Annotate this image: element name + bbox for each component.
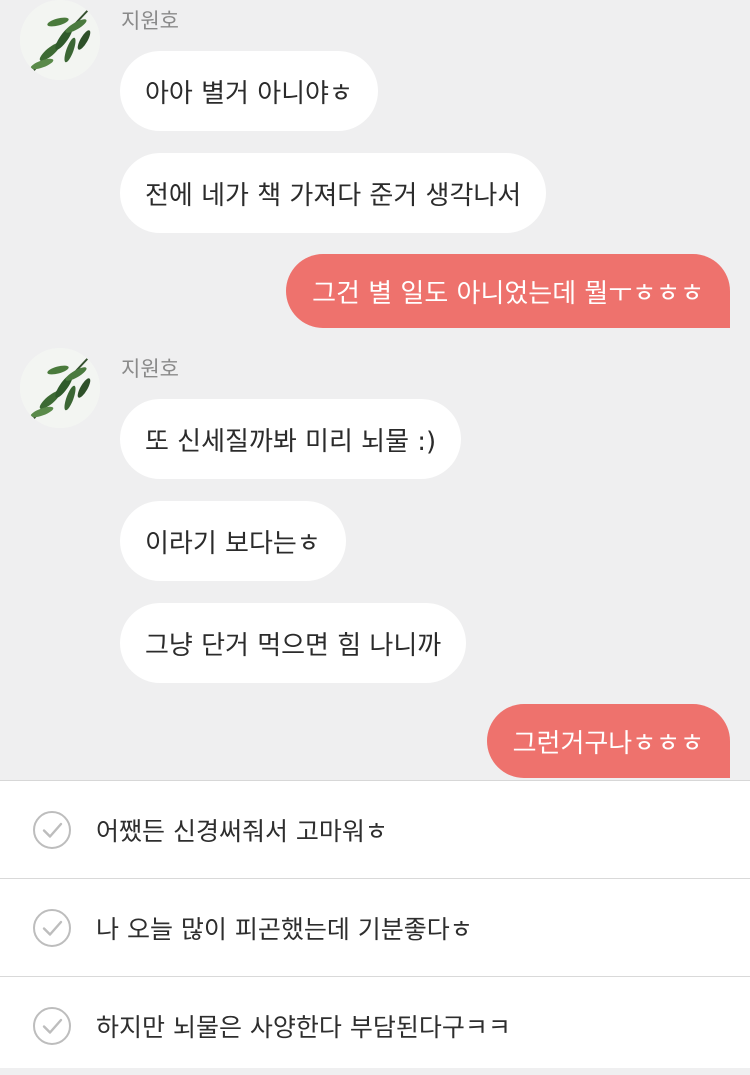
sender-name: 지원호 xyxy=(121,9,179,33)
sender-name: 지원호 xyxy=(121,357,179,381)
message-text: 그건 별 일도 아니었는데 뭘ㅜㅎㅎㅎ xyxy=(312,278,704,309)
incoming-message: 아아 별거 아니야ㅎ xyxy=(120,51,378,131)
check-circle-icon xyxy=(33,908,71,947)
reply-option-label: 하지만 뇌물은 사양한다 부담된다구ㅋㅋ xyxy=(96,1013,511,1042)
message-text: 또 신세질까봐 미리 뇌물 :) xyxy=(145,426,437,457)
check-circle-icon xyxy=(33,1007,71,1045)
outgoing-message: 그건 별 일도 아니었는데 뭘ㅜㅎㅎㅎ xyxy=(286,254,730,328)
reply-options-panel: 어쨌든 신경써줘서 고마워ㅎ 나 오늘 많이 피곤했는데 기분좋다ㅎ 하지만 뇌… xyxy=(0,780,750,1068)
reply-option[interactable]: 나 오늘 많이 피곤했는데 기분좋다ㅎ xyxy=(0,879,750,977)
chat-area: 지원호 아아 별거 아니야ㅎ 전에 네가 책 가져다 준거 생각나서 그건 별 … xyxy=(0,0,750,780)
message-text: 아아 별거 아니야ㅎ xyxy=(145,78,353,109)
reply-option[interactable]: 어쨌든 신경써줘서 고마워ㅎ xyxy=(0,781,750,879)
contact-avatar[interactable] xyxy=(20,0,100,80)
message-text: 전에 네가 책 가져다 준거 생각나서 xyxy=(145,180,522,211)
incoming-message: 또 신세질까봐 미리 뇌물 :) xyxy=(120,399,462,479)
incoming-message: 그냥 단거 먹으면 힘 나니까 xyxy=(120,603,467,683)
message-text: 그런거구나ㅎㅎㅎ xyxy=(512,728,704,759)
plant-leaves-icon xyxy=(20,0,100,80)
contact-avatar[interactable] xyxy=(20,348,100,428)
reply-option-label: 나 오늘 많이 피곤했는데 기분좋다ㅎ xyxy=(96,914,473,944)
message-text: 이라기 보다는ㅎ xyxy=(145,528,321,559)
outgoing-message: 그런거구나ㅎㅎㅎ xyxy=(486,704,730,778)
incoming-message: 이라기 보다는ㅎ xyxy=(120,501,346,581)
message-text: 그냥 단거 먹으면 힘 나니까 xyxy=(145,630,442,661)
plant-leaves-icon xyxy=(20,348,100,428)
check-circle-icon xyxy=(33,810,71,849)
reply-option[interactable]: 하지만 뇌물은 사양한다 부담된다구ㅋㅋ xyxy=(0,977,750,1075)
reply-option-label: 어쨌든 신경써줘서 고마워ㅎ xyxy=(96,816,388,846)
incoming-message: 전에 네가 책 가져다 준거 생각나서 xyxy=(120,153,547,233)
